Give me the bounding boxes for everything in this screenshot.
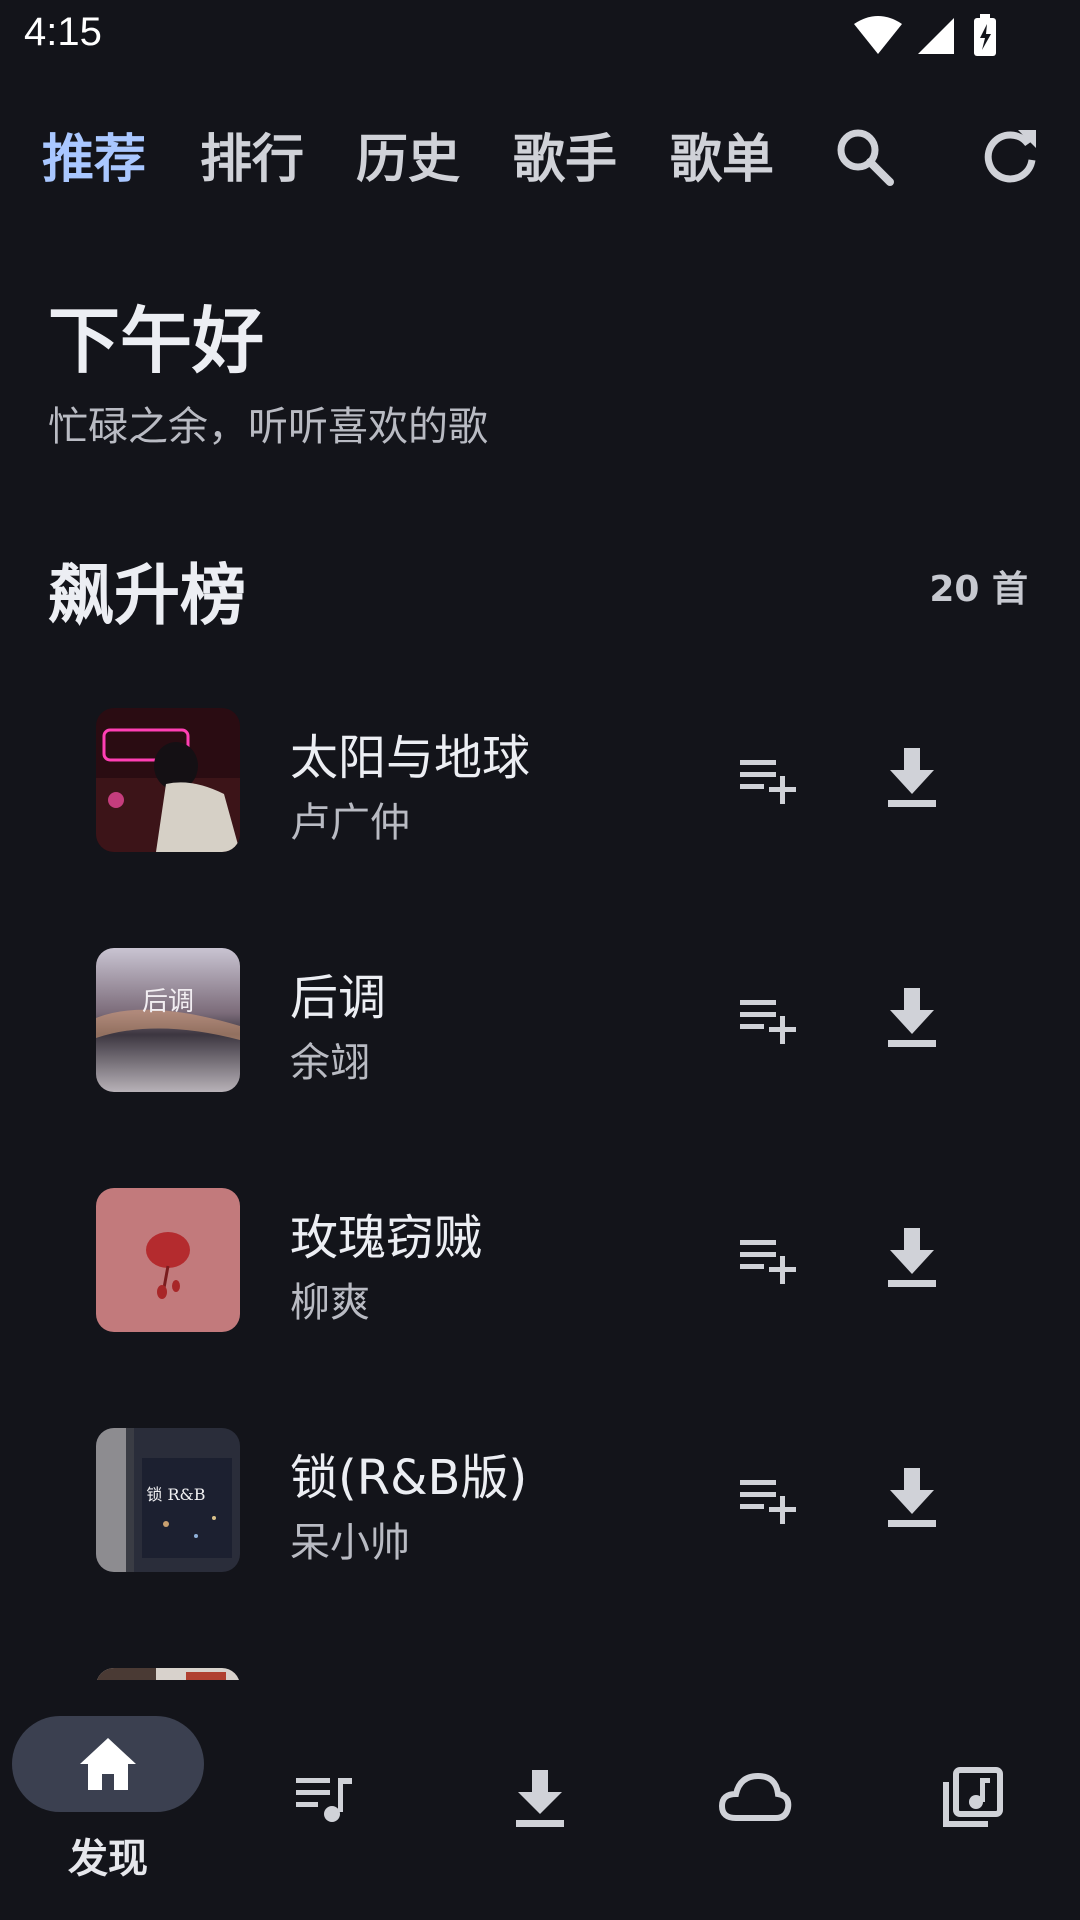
status-icons [854, 14, 996, 56]
wifi-icon [854, 16, 902, 54]
status-bar: 4:15 [0, 0, 1080, 72]
top-tabs: 推荐 排行 历史 歌手 歌单 [0, 120, 1080, 200]
add-to-queue-icon[interactable] [738, 750, 798, 810]
tab-playlists[interactable]: 歌单 [670, 120, 774, 200]
song-title: 玫瑰窃贼 [290, 1210, 483, 1266]
song-artist: 卢广仲 [290, 800, 410, 846]
tab-history[interactable]: 历史 [356, 120, 460, 200]
cover-text: 后调 [142, 987, 194, 1017]
album-cover [96, 1188, 240, 1332]
cover-text: 锁 R&B [146, 1485, 205, 1504]
home-icon[interactable] [78, 1736, 138, 1792]
album-cover: 锁 R&B [96, 1428, 240, 1572]
song-artist: 呆小帅 [290, 1520, 410, 1566]
battery-icon [974, 14, 996, 56]
add-to-queue-icon[interactable] [738, 990, 798, 1050]
song-row[interactable]: 太阳与地球 卢广仲 [0, 682, 1080, 922]
song-row[interactable]: 玫瑰窃贼 柳爽 [0, 1162, 1080, 1402]
refresh-icon[interactable] [978, 124, 1042, 188]
download-icon[interactable] [882, 1466, 942, 1530]
status-time: 4:15 [24, 10, 102, 54]
greeting-title: 下午好 [48, 299, 265, 383]
song-artist: 余翊 [290, 1040, 370, 1086]
search-icon[interactable] [832, 124, 896, 188]
song-title: 后调 [290, 970, 387, 1026]
song-title: 太阳与地球 [290, 730, 531, 786]
playlist-icon[interactable] [292, 1766, 356, 1830]
download-icon[interactable] [882, 986, 942, 1050]
download-icon[interactable] [882, 1226, 942, 1290]
cloud-icon[interactable] [718, 1766, 792, 1830]
nav-label-discover: 发现 [68, 1836, 148, 1882]
song-artist: 柳爽 [290, 1280, 370, 1326]
song-title: 锁(R&B版) [290, 1450, 528, 1506]
library-music-icon[interactable] [940, 1766, 1004, 1830]
song-list: 太阳与地球 卢广仲 后调 后调 余翊 玫瑰窃贼 柳爽 锁 R&B 锁(R&B版)… [0, 682, 1080, 1680]
bottom-navigation: 发现 [0, 1680, 1080, 1920]
signal-icon [918, 18, 954, 54]
song-row[interactable] [0, 1642, 1080, 1680]
album-cover: 后调 [96, 948, 240, 1092]
download-icon[interactable] [882, 746, 942, 810]
add-to-queue-icon[interactable] [738, 1470, 798, 1530]
tab-artists[interactable]: 歌手 [513, 120, 617, 200]
chart-title: 飙升榜 [48, 557, 246, 634]
album-cover [96, 708, 240, 852]
tab-recommend[interactable]: 推荐 [42, 120, 146, 200]
chart-count: 20 首 [929, 569, 1028, 610]
song-row[interactable]: 锁 R&B 锁(R&B版) 呆小帅 [0, 1402, 1080, 1642]
album-cover [96, 1668, 240, 1680]
song-row[interactable]: 后调 后调 余翊 [0, 922, 1080, 1162]
tab-ranking[interactable]: 排行 [200, 120, 304, 200]
add-to-queue-icon[interactable] [738, 1230, 798, 1290]
greeting-subtitle: 忙碌之余，听听喜欢的歌 [48, 404, 488, 450]
download-icon[interactable] [508, 1766, 572, 1830]
